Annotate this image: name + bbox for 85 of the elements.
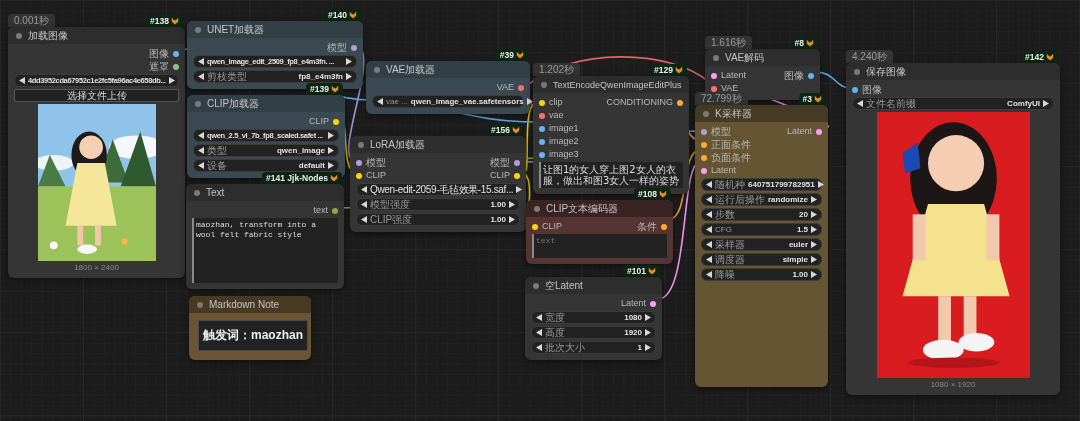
node-title: VAE解码 [725,50,765,65]
node-title: K采样器 [715,106,752,121]
node-title: CLIP文本编码器 [546,201,619,216]
node-badge: #141 Jjk-Nodes [262,172,342,184]
combo-widget[interactable]: 模型强度 1.00 [356,198,520,211]
slot-label: VAE [721,83,739,94]
combo-widget[interactable]: 剪枝类型 fp8_e4m3fn [193,70,357,83]
combo-widget[interactable]: 运行后操作 randomize [701,193,822,206]
slot-label: Latent [786,126,812,137]
node-badge: #140 [324,9,361,21]
node-title: UNET加载器 [207,22,265,37]
text-field[interactable]: maozhan, transform into a wool felt fabric style [192,218,338,283]
upload-button[interactable]: 选择文件上传 [14,89,179,102]
slot-label: Latent [721,70,747,81]
node-badge: #129 [650,64,687,76]
combo-widget[interactable]: 随机种 640751799782951 [701,178,822,191]
slot-label: 模型 [490,157,510,168]
combo-widget[interactable]: 设备 default [193,159,339,172]
text-field[interactable]: text [532,234,667,258]
combo-widget[interactable]: 文件名前缀 ComfyUI [852,97,1054,110]
combo-widget[interactable]: 高度 1920 [531,326,656,339]
slot-label: 遮罩 [149,61,169,72]
node-panel[interactable]: VAE加载器 VAE vae ... qwen_image_vae.safetensors [366,61,530,114]
image-size-caption: 1800 × 2400 [73,263,120,272]
node-badge: #138 [146,15,183,27]
node-title: TextEncodeQwenImageEditPlus [553,79,682,90]
combo-widget[interactable]: 批次大小 1 [531,341,656,354]
node-panel[interactable]: Markdown Note 触发词：maozhan [189,296,311,360]
node-panel[interactable]: LoRA加载器 模型 模型 CLIP CLIP Qwen-edit-2059-毛毡效果-15.saf... 模型强度 1.00 CLIP强度 1.00 [350,136,526,232]
slot-label: CLIP [542,221,562,232]
slot-label: CLIP [366,170,386,181]
slot-label: Latent [620,298,646,309]
slot-label: 模型 [711,126,731,137]
node-title: CLIP加载器 [207,96,260,111]
slot-label: CLIP [309,116,329,127]
node-badge: #139 [306,83,343,95]
slot-label: image1 [549,123,579,134]
combo-widget[interactable]: 调度器 simple [701,253,822,266]
node-badge: #108 [634,188,671,200]
combo-widget[interactable]: 降噪 1.00 [701,268,822,281]
node-panel[interactable]: Text text maozhan, transform into a wool felt fabric style [186,184,344,289]
node-title: 保存图像 [866,64,906,79]
node-panel[interactable]: 空Latent Latent 宽度 1080 高度 1920 批次大小 1 [525,277,662,360]
combo-widget[interactable]: 步数 20 [701,208,822,221]
slot-label: 图像 [862,84,882,95]
node-title: 加载图像 [28,28,68,43]
slot-label: text [313,205,328,216]
slot-label: 正面条件 [711,139,751,150]
markdown-text: 触发词：maozhan [198,320,308,351]
node-panel[interactable]: CLIP文本编码器 CLIP 条件 text [526,200,673,264]
slot-label: 模型 [327,42,347,53]
node-title: LoRA加载器 [370,137,425,152]
node-badge: #8 [790,37,818,49]
slot-label: 模型 [366,157,386,168]
node-badge: #39 [495,49,528,61]
slot-label: CONDITIONING [606,97,673,108]
combo-widget[interactable]: 采样器 euler [701,238,822,251]
combo-widget[interactable]: Qwen-edit-2059-毛毡效果-15.saf... [356,183,520,196]
text-field[interactable]: 让图1的女人穿上图2女人的衣服，做出和图3女人一样的姿势 [539,162,683,188]
slot-label: VAE [496,82,514,93]
slot-label: Latent [711,165,737,176]
node-badge: #156 [487,124,524,136]
node-panel[interactable]: 保存图像 图像 文件名前缀 ComfyUI 1080 × 1920 [846,63,1060,395]
combo-widget[interactable]: CLIP强度 1.00 [356,213,520,226]
slot-label: 条件 [637,221,657,232]
slot-label: image3 [549,149,579,160]
node-badge: #3 [798,93,826,105]
slot-label: 负面条件 [711,152,751,163]
slot-label: CLIP [490,170,510,181]
node-badge: #101 [623,265,660,277]
image-size-caption: 1080 × 1920 [929,380,977,389]
node-title: Markdown Note [209,299,280,310]
combo-widget[interactable]: 类型 qwen_image [193,144,339,157]
slot-label: 图像 [784,70,804,81]
slot-label: vae [549,110,564,121]
node-badge: #142 [1021,51,1058,63]
node-title: Text [206,187,225,198]
slot-label: 图像 [149,48,169,59]
slot-label: clip [549,97,563,108]
node-title: 空Latent [545,278,583,293]
node-title: VAE加载器 [386,62,436,77]
node-panel[interactable]: K采样器 模型 Latent 正面条件 负面条件 Latent 随机种 640751799782951 运行后操作 randomize 步数 20 CFG 1.5 采样器 euler 调度器 simple 降噪 1.00 [695,105,828,387]
slot-label: image2 [549,136,579,147]
combo-widget[interactable]: CFG 1.5 [701,223,822,236]
combo-widget[interactable]: 宽度 1080 [531,311,656,324]
